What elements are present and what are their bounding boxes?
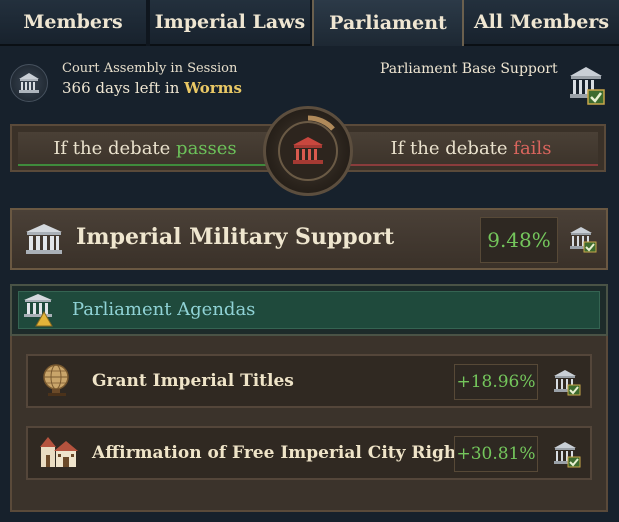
military-support-label: Imperial Military Support	[76, 224, 395, 250]
tab-parliament[interactable]: Parliament	[312, 0, 464, 46]
debate-progress-ring	[307, 115, 335, 131]
agendas-list: Grant Imperial Titles +18.96% Affirmatio…	[10, 336, 608, 512]
military-support-value: 9.48%	[480, 217, 558, 263]
debate-passes-panel[interactable]: If the debate passes	[18, 132, 272, 166]
agenda-item-grant-imperial-titles[interactable]: Grant Imperial Titles +18.96%	[26, 354, 592, 408]
parliament-check-icon[interactable]	[552, 368, 582, 396]
globe-icon	[43, 364, 69, 396]
agenda-item-value: +30.81%	[454, 436, 538, 472]
debate-passes-prefix: If the debate	[53, 137, 177, 159]
agendas-title: Parliament Agendas	[72, 299, 256, 320]
parliament-agendas-header: Parliament Agendas	[10, 284, 608, 336]
days-left-prefix: 366 days left in	[62, 79, 185, 97]
session-location: Worms	[184, 79, 242, 97]
parliament-agenda-icon	[24, 294, 53, 327]
agenda-item-label: Affirmation of Free Imperial City Rights	[92, 443, 474, 463]
base-support-icon[interactable]	[566, 64, 608, 106]
debate-progress-medallion[interactable]	[263, 106, 353, 196]
agenda-item-free-imperial-city-rights[interactable]: Affirmation of Free Imperial City Rights…	[26, 426, 592, 480]
parliament-check-icon[interactable]	[568, 225, 598, 253]
agenda-item-label: Grant Imperial Titles	[92, 371, 294, 391]
tab-imperial-laws[interactable]: Imperial Laws	[150, 0, 310, 46]
tab-all-members-label: All Members	[473, 11, 610, 33]
tab-bar: Members Imperial Laws Parliament All Mem…	[0, 0, 619, 46]
parliament-building-icon	[19, 73, 39, 93]
parliament-check-icon	[570, 67, 605, 105]
imperial-military-support-row[interactable]: Imperial Military Support 9.48%	[10, 208, 608, 270]
debate-fails-word: fails	[513, 137, 552, 159]
agenda-item-value: +18.96%	[454, 364, 538, 400]
tab-all-members[interactable]: All Members	[464, 0, 619, 46]
parliament-building-icon	[26, 224, 62, 254]
tab-members[interactable]: Members	[0, 0, 146, 46]
debate-fails-prefix: If the debate	[390, 137, 514, 159]
tab-imperial-laws-label: Imperial Laws	[154, 11, 306, 33]
court-assembly-icon[interactable]	[10, 64, 48, 102]
base-support-label: Parliament Base Support	[380, 61, 558, 77]
tab-parliament-label: Parliament	[329, 12, 447, 34]
parliament-check-icon[interactable]	[552, 440, 582, 468]
days-left-text: 366 days left in Worms	[62, 79, 242, 97]
session-status: Court Assembly in Session	[62, 61, 238, 76]
tab-members-label: Members	[23, 11, 123, 33]
debate-fails-panel[interactable]: If the debate fails	[344, 132, 598, 166]
city-icon	[40, 437, 78, 467]
debate-passes-word: passes	[176, 137, 237, 159]
